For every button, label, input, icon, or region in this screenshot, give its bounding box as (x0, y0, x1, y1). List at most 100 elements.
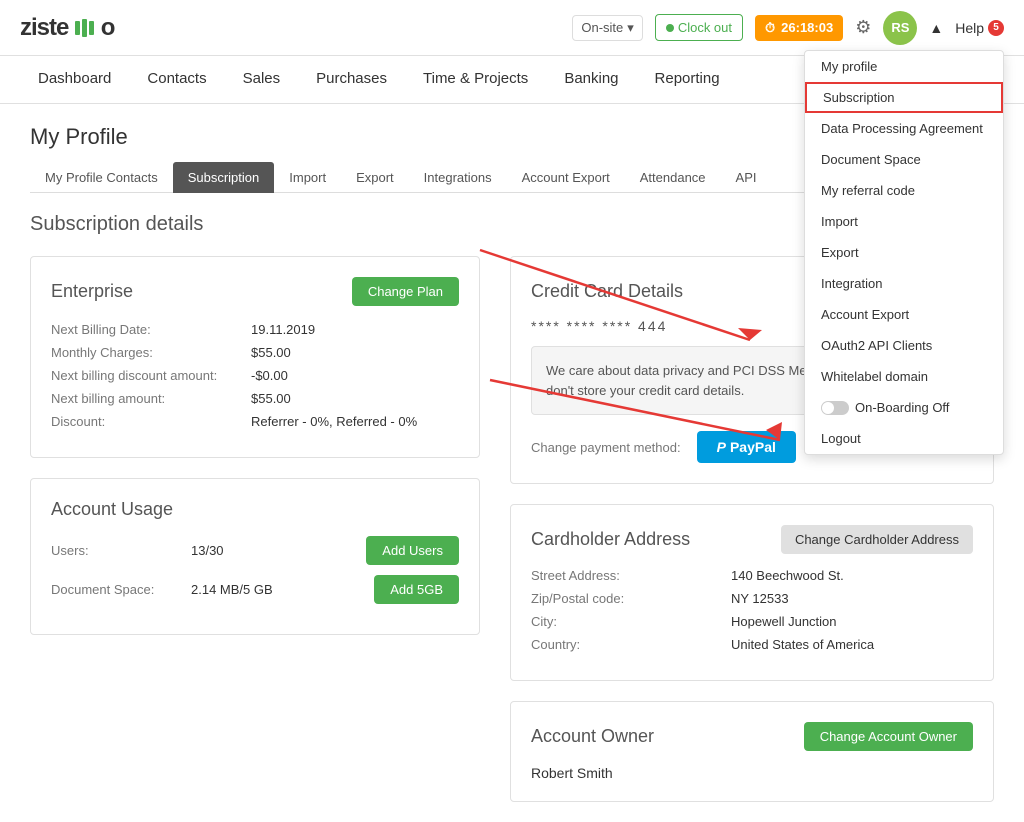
billing-label-2: Next billing discount amount: (51, 368, 251, 383)
dropdown-document-space[interactable]: Document Space (805, 144, 1003, 175)
subscription-box: Enterprise Change Plan Next Billing Date… (30, 256, 480, 458)
users-value: 13/30 (191, 543, 366, 558)
dropdown-integration[interactable]: Integration (805, 268, 1003, 299)
tab-account-export[interactable]: Account Export (507, 162, 625, 193)
clockout-label: Clock out (678, 20, 732, 35)
dropdown-document-space-label: Document Space (821, 152, 921, 167)
avatar[interactable]: RS (883, 11, 917, 45)
dropdown-menu: My profile Subscription Data Processing … (804, 50, 1004, 455)
change-cardholder-button[interactable]: Change Cardholder Address (781, 525, 973, 554)
billing-row-4: Discount: Referrer - 0%, Referred - 0% (51, 414, 459, 429)
clockout-button[interactable]: Clock out (655, 14, 743, 41)
dropdown-logout[interactable]: Logout (805, 423, 1003, 454)
dropdown-subscription-label: Subscription (823, 90, 895, 105)
logo[interactable]: ziste o (20, 14, 114, 42)
billing-row-2: Next billing discount amount: -$0.00 (51, 368, 459, 383)
tab-export[interactable]: Export (341, 162, 409, 193)
tab-my-profile-contacts[interactable]: My Profile Contacts (30, 162, 173, 193)
dropdown-onboarding[interactable]: On-Boarding Off (805, 392, 1003, 423)
cardholder-address-header: Cardholder Address Change Cardholder Add… (531, 525, 973, 554)
timer-label: 26:18:03 (781, 20, 833, 35)
dropdown-export-label: Export (821, 245, 859, 260)
dropdown-referral-code-label: My referral code (821, 183, 915, 198)
add-5gb-button[interactable]: Add 5GB (374, 575, 459, 604)
onsite-label: On-site (581, 20, 623, 35)
dropdown-dpa[interactable]: Data Processing Agreement (805, 113, 1003, 144)
address-row-street: Street Address: 140 Beechwood St. (531, 568, 973, 583)
add-users-button[interactable]: Add Users (366, 536, 459, 565)
dropdown-my-profile-label: My profile (821, 59, 877, 74)
nav-banking[interactable]: Banking (546, 56, 636, 103)
tab-import[interactable]: Import (274, 162, 341, 193)
subscription-header: Enterprise Change Plan (51, 277, 459, 306)
nav-sales[interactable]: Sales (225, 56, 299, 103)
nav-contacts[interactable]: Contacts (129, 56, 224, 103)
billing-value-1: $55.00 (251, 345, 291, 360)
dropdown-my-profile[interactable]: My profile (805, 51, 1003, 82)
account-owner-header: Account Owner Change Account Owner (531, 722, 973, 751)
city-label: City: (531, 614, 731, 629)
dropdown-onboarding-label: On-Boarding Off (855, 400, 949, 415)
paypal-button[interactable]: P PayPal (697, 431, 796, 463)
dropdown-whitelabel-label: Whitelabel domain (821, 369, 928, 384)
help-area[interactable]: Help 5 (955, 20, 1004, 36)
paypal-icon: P (717, 439, 726, 455)
paypal-label: PayPal (730, 439, 776, 455)
tab-integrations[interactable]: Integrations (409, 162, 507, 193)
tab-api[interactable]: API (721, 162, 772, 193)
logo-bars (75, 19, 94, 37)
tab-subscription[interactable]: Subscription (173, 162, 275, 193)
country-value: United States of America (731, 637, 874, 652)
zip-value: NY 12533 (731, 591, 789, 606)
timer-button[interactable]: ⏱ 26:18:03 (755, 15, 843, 41)
chevron-down-icon: ▾ (627, 20, 634, 36)
gear-icon[interactable]: ⚙ (855, 17, 871, 38)
address-row-country: Country: United States of America (531, 637, 973, 652)
nav-time-projects[interactable]: Time & Projects (405, 56, 546, 103)
dropdown-dpa-label: Data Processing Agreement (821, 121, 983, 136)
clockout-dot (666, 24, 674, 32)
dropdown-subscription[interactable]: Subscription (805, 82, 1003, 113)
payment-method-label: Change payment method: (531, 440, 681, 455)
dropdown-referral-code[interactable]: My referral code (805, 175, 1003, 206)
nav-reporting[interactable]: Reporting (637, 56, 738, 103)
change-account-owner-button[interactable]: Change Account Owner (804, 722, 973, 751)
dropdown-whitelabel[interactable]: Whitelabel domain (805, 361, 1003, 392)
avatar-initials: RS (891, 20, 909, 35)
nav-purchases[interactable]: Purchases (298, 56, 405, 103)
usage-row-users: Users: 13/30 Add Users (51, 536, 459, 565)
billing-label-0: Next Billing Date: (51, 322, 251, 337)
billing-row-3: Next billing amount: $55.00 (51, 391, 459, 406)
docspace-value: 2.14 MB/5 GB (191, 582, 374, 597)
cardholder-address-box: Cardholder Address Change Cardholder Add… (510, 504, 994, 681)
address-row-city: City: Hopewell Junction (531, 614, 973, 629)
change-plan-button[interactable]: Change Plan (352, 277, 459, 306)
billing-row-0: Next Billing Date: 19.11.2019 (51, 322, 459, 337)
zip-label: Zip/Postal code: (531, 591, 731, 606)
usage-row-docspace: Document Space: 2.14 MB/5 GB Add 5GB (51, 575, 459, 604)
dropdown-oauth2-label: OAuth2 API Clients (821, 338, 932, 353)
dropdown-integration-label: Integration (821, 276, 882, 291)
city-value: Hopewell Junction (731, 614, 837, 629)
account-owner-name: Robert Smith (531, 765, 973, 781)
onsite-button[interactable]: On-site ▾ (572, 15, 642, 41)
users-label: Users: (51, 543, 191, 558)
timer-icon: ⏱ (765, 20, 775, 36)
nav-dashboard[interactable]: Dashboard (20, 56, 129, 103)
dropdown-oauth2[interactable]: OAuth2 API Clients (805, 330, 1003, 361)
dropdown-account-export-label: Account Export (821, 307, 909, 322)
street-value: 140 Beechwood St. (731, 568, 844, 583)
dropdown-import[interactable]: Import (805, 206, 1003, 237)
billing-value-2: -$0.00 (251, 368, 288, 383)
account-usage-box: Account Usage Users: 13/30 Add Users Doc… (30, 478, 480, 635)
plan-name: Enterprise (51, 281, 133, 302)
onboarding-toggle[interactable] (821, 401, 849, 415)
billing-label-1: Monthly Charges: (51, 345, 251, 360)
dropdown-export[interactable]: Export (805, 237, 1003, 268)
tab-attendance[interactable]: Attendance (625, 162, 721, 193)
street-label: Street Address: (531, 568, 731, 583)
billing-value-4: Referrer - 0%, Referred - 0% (251, 414, 417, 429)
left-column: Enterprise Change Plan Next Billing Date… (30, 256, 480, 802)
dropdown-account-export[interactable]: Account Export (805, 299, 1003, 330)
dropdown-logout-label: Logout (821, 431, 861, 446)
